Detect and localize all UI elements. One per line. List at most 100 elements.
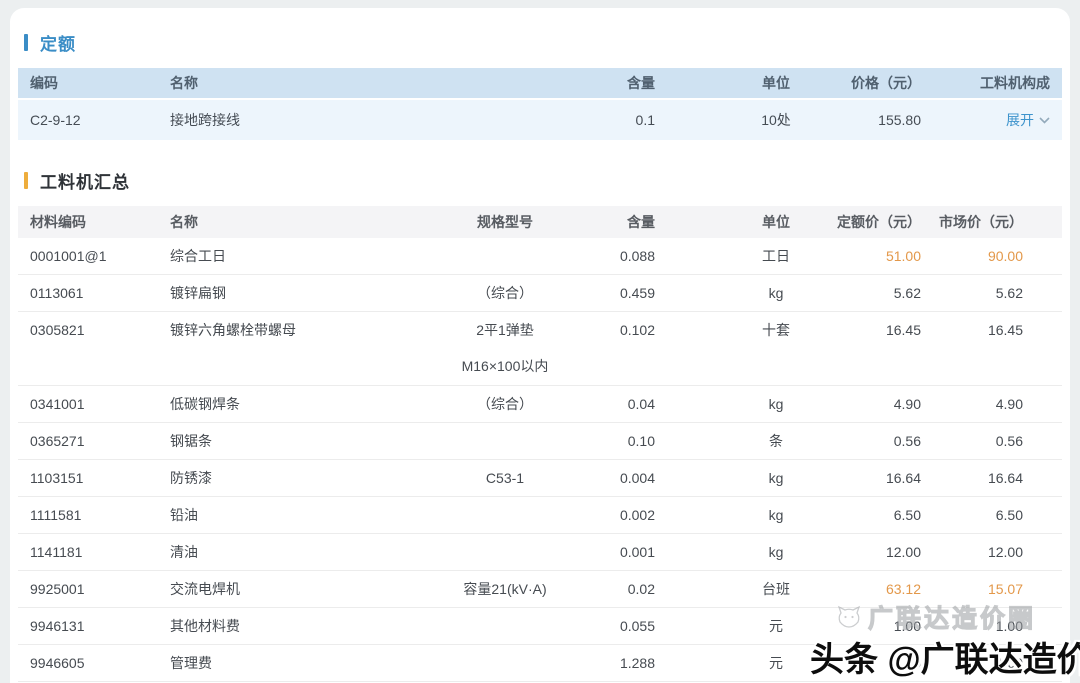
col-header-quantity: 含量 (570, 212, 655, 232)
cell-market-price: 16.64 (921, 460, 1023, 496)
expand-link-label: 展开 (1006, 110, 1034, 130)
cell-name: 铅油 (170, 497, 440, 533)
cell-name: 镀锌扁钢 (170, 275, 440, 311)
cell-material-code: 0305821 (30, 312, 170, 348)
table-row: 0113061镀锌扁钢（综合）0.459kg5.625.62 (18, 275, 1062, 312)
spec-line: 2平1弹垫 (440, 312, 570, 348)
spacer (655, 608, 726, 644)
pad (1023, 608, 1050, 644)
col-header-price: 价格（元） (826, 73, 921, 93)
expand-link[interactable]: 展开 (1006, 110, 1050, 130)
cell-market-price: 16.45 (921, 312, 1023, 348)
pad (1023, 423, 1050, 459)
col-header-spec: 规格型号 (440, 212, 570, 232)
amber-accent-bar (24, 172, 28, 189)
cell-market-price: 1.00 (921, 645, 1023, 681)
summary-section-title-text: 工料机汇总 (40, 168, 130, 193)
col-header-name: 名称 (170, 73, 455, 93)
cell-material-code: 0341001 (30, 386, 170, 422)
pad (1023, 275, 1050, 311)
quota-table: 编码 名称 含量 单位 价格（元） 工料机构成 C2-9-12 接地跨接线 0.… (18, 68, 1062, 140)
cell-spec: 容量21(kV·A) (440, 571, 570, 607)
cell-market-price: 15.07 (921, 571, 1023, 607)
col-header-unit: 单位 (726, 212, 826, 232)
cell-spec (440, 608, 570, 644)
cell-name: 防锈漆 (170, 460, 440, 496)
cell-quota-price: 5.62 (826, 275, 921, 311)
pad (1023, 571, 1050, 607)
spacer (655, 645, 726, 681)
cell-spec: （综合） (440, 386, 570, 422)
quota-section-title: 定额 (24, 30, 1062, 55)
cell-unit: 10处 (726, 110, 826, 130)
spec-line: C53-1 (440, 460, 570, 496)
table-row: 1141181清油 0.001kg12.0012.00 (18, 534, 1062, 571)
table-row: 1111581铅油 0.002kg6.506.50 (18, 497, 1062, 534)
spec-line (440, 497, 570, 533)
spacer (655, 312, 726, 348)
spacer (655, 423, 726, 459)
cell-material-code: 1111581 (30, 497, 170, 533)
quota-table-header: 编码 名称 含量 单位 价格（元） 工料机构成 (18, 68, 1062, 100)
table-row: 0305821镀锌六角螺栓带螺母2平1弹垫M16×100以内0.102十套16.… (18, 312, 1062, 386)
summary-section-title: 工料机汇总 (24, 168, 1062, 193)
cell-quantity: 0.055 (570, 608, 655, 644)
cell-spec (440, 423, 570, 459)
col-header-unit: 单位 (726, 73, 826, 93)
cell-quota-price: 51.00 (826, 238, 921, 274)
col-header-quantity: 含量 (455, 73, 655, 93)
cell-material-code: 1103151 (30, 460, 170, 496)
spec-line: 容量21(kV·A) (440, 571, 570, 607)
spec-line (440, 238, 570, 274)
cell-quantity: 0.459 (570, 275, 655, 311)
cell-market-price: 5.62 (921, 275, 1023, 311)
cell-material-code: 0365271 (30, 423, 170, 459)
cell-quota-price: 12.00 (826, 534, 921, 570)
cell-quota-price: 16.64 (826, 460, 921, 496)
cell-name: 清油 (170, 534, 440, 570)
spec-line (440, 423, 570, 459)
cell-material-code: 9946131 (30, 608, 170, 644)
cell-spec: （综合） (440, 275, 570, 311)
quota-table-row: C2-9-12 接地跨接线 0.1 10处 155.80 展开 (18, 100, 1062, 140)
spacer (655, 534, 726, 570)
cell-market-price: 12.00 (921, 534, 1023, 570)
cell-name: 综合工日 (170, 238, 440, 274)
cell-unit: 元 (726, 645, 826, 681)
pad (1023, 645, 1050, 681)
cell-unit: 工日 (726, 238, 826, 274)
cell-spec (440, 238, 570, 274)
spacer (655, 275, 726, 311)
cell-spec: 2平1弹垫M16×100以内 (440, 312, 570, 385)
cell-unit: 条 (726, 423, 826, 459)
cell-market-price: 0.56 (921, 423, 1023, 459)
summary-table-header: 材料编码 名称 规格型号 含量 单位 定额价（元） 市场价（元） (18, 206, 1062, 238)
cell-quantity: 0.088 (570, 238, 655, 274)
cell-quantity: 0.04 (570, 386, 655, 422)
cell-quantity: 1.288 (570, 645, 655, 681)
cell-spec: C53-1 (440, 460, 570, 496)
spec-line: （综合） (440, 275, 570, 311)
spec-line (440, 534, 570, 570)
table-row: 0365271钢锯条 0.10条0.560.56 (18, 423, 1062, 460)
cell-unit: 台班 (726, 571, 826, 607)
cell-unit: kg (726, 534, 826, 570)
quota-section-title-text: 定额 (40, 30, 76, 55)
cell-spec (440, 497, 570, 533)
cell-unit: kg (726, 497, 826, 533)
cell-quantity: 0.02 (570, 571, 655, 607)
cell-name: 钢锯条 (170, 423, 440, 459)
cell-quantity: 0.102 (570, 312, 655, 348)
pad (1023, 460, 1050, 496)
cell-quantity: 0.10 (570, 423, 655, 459)
cell-material-code: 1141181 (30, 534, 170, 570)
spec-line (440, 645, 570, 681)
cell-market-price: 1.00 (921, 608, 1023, 644)
table-row: 9946131其他材料费 0.055元1.001.00 (18, 608, 1062, 645)
table-row: 1103151防锈漆C53-10.004kg16.6416.64 (18, 460, 1062, 497)
cell-quota-price: 4.90 (826, 386, 921, 422)
cell-name: 交流电焊机 (170, 571, 440, 607)
spec-line: M16×100以内 (440, 348, 570, 385)
col-header-name: 名称 (170, 212, 440, 232)
cell-name: 镀锌六角螺栓带螺母 (170, 312, 440, 348)
